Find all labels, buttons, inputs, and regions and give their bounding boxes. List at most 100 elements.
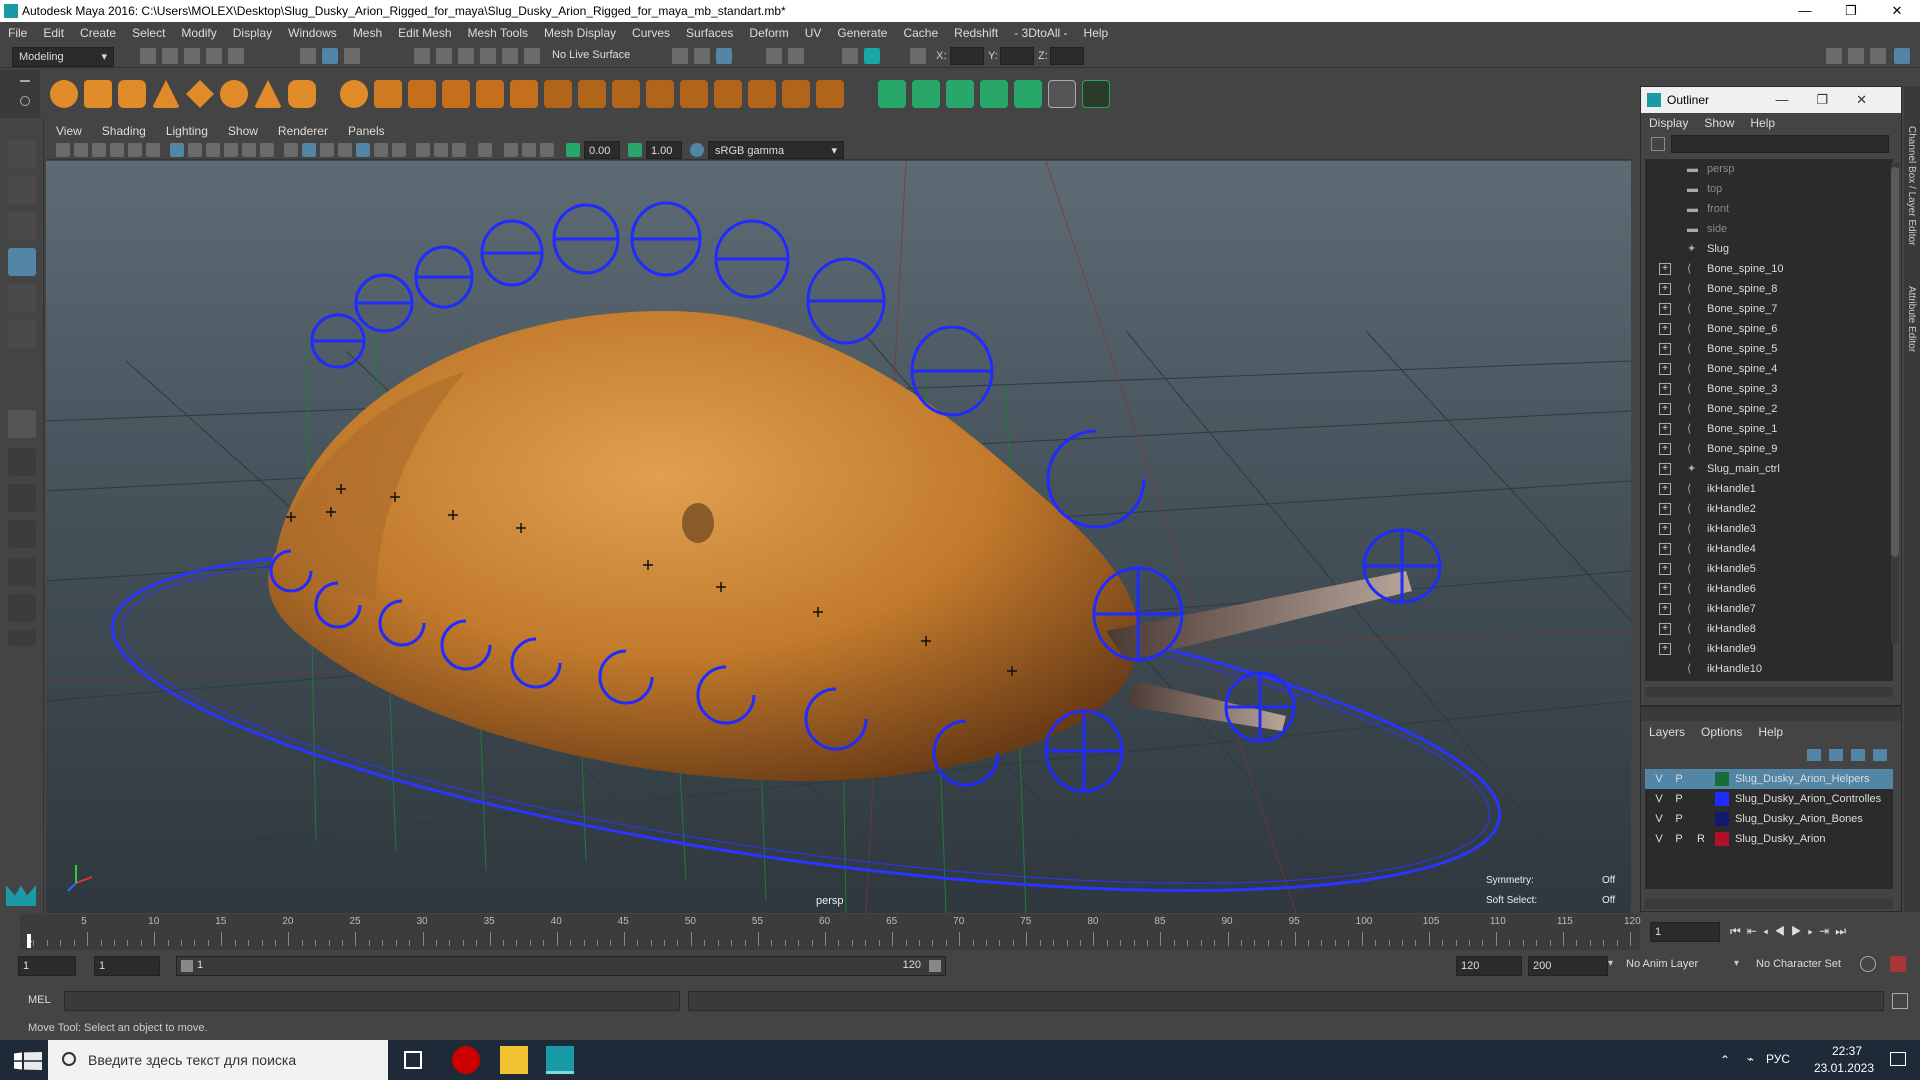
expand-icon[interactable]: + — [1659, 463, 1671, 475]
layers-list[interactable]: V P Slug_Dusky_Arion_Helpers V P Slug_Dusky_A… — [1645, 769, 1893, 889]
outliner-item[interactable]: ▬ persp — [1645, 159, 1893, 179]
xray-icon[interactable] — [504, 143, 518, 157]
render-view-icon[interactable] — [766, 48, 782, 64]
mirror-icon[interactable] — [714, 80, 742, 108]
planar-map-icon[interactable] — [912, 80, 940, 108]
viewport-menu-panels[interactable]: Panels — [338, 124, 395, 138]
wireframe-on-shaded-icon[interactable] — [338, 143, 352, 157]
viewport-menu-shading[interactable]: Shading — [92, 124, 156, 138]
quad-draw-icon[interactable] — [680, 80, 708, 108]
opera-browser-icon[interactable] — [452, 1046, 480, 1074]
outliner-item[interactable]: + ⟨ ikHandle1 — [1645, 479, 1893, 499]
exposure-icon[interactable] — [566, 143, 580, 157]
outliner-item[interactable]: ⟨ ikHandle10 — [1645, 659, 1893, 679]
outliner-item[interactable]: + ⟨ Bone_spine_9 — [1645, 439, 1893, 459]
poly-sphere-icon[interactable] — [50, 80, 78, 108]
construction-history-icon[interactable] — [672, 48, 688, 64]
expand-icon[interactable]: + — [1659, 403, 1671, 415]
poly-cone-icon[interactable] — [152, 80, 180, 108]
use-all-lights-icon[interactable] — [374, 143, 388, 157]
network-icon[interactable]: ⌁ — [1747, 1052, 1754, 1066]
expand-icon[interactable]: + — [1659, 643, 1671, 655]
use-default-material-icon[interactable] — [320, 143, 334, 157]
menu-deform[interactable]: Deform — [741, 26, 796, 40]
viewport-scene[interactable] — [46, 161, 1631, 913]
grid-icon[interactable] — [170, 143, 184, 157]
separate-icon[interactable] — [374, 80, 402, 108]
grease-pencil-icon[interactable] — [146, 143, 160, 157]
slug-upper-tentacle[interactable] — [1106, 571, 1412, 661]
range-slider-bar[interactable]: 1 120 — [176, 956, 946, 976]
expand-icon[interactable]: + — [1659, 323, 1671, 335]
layer-color-swatch[interactable] — [1715, 812, 1729, 826]
x-coord-field[interactable] — [950, 47, 984, 65]
snap-point-icon[interactable] — [458, 48, 474, 64]
layer-row[interactable]: V P Slug_Dusky_Arion_Controlles — [1645, 789, 1893, 809]
layer-color-swatch[interactable] — [1715, 792, 1729, 806]
redo-icon[interactable] — [228, 48, 244, 64]
safe-action-icon[interactable] — [260, 143, 274, 157]
triangulate-icon[interactable] — [816, 80, 844, 108]
expand-icon[interactable]: + — [1659, 303, 1671, 315]
layers-menu-layers[interactable]: Layers — [1641, 725, 1693, 739]
layer-row[interactable]: V P R Slug_Dusky_Arion — [1645, 829, 1893, 849]
clock-time[interactable]: 22:37 — [1832, 1044, 1862, 1058]
layer-playback-toggle[interactable]: P — [1671, 789, 1687, 809]
xray-active-components-icon[interactable] — [540, 143, 554, 157]
reduce-icon[interactable] — [782, 80, 810, 108]
menu-mesh-tools[interactable]: Mesh Tools — [460, 26, 536, 40]
viewport-menu-lighting[interactable]: Lighting — [156, 124, 218, 138]
bridge-icon[interactable] — [476, 80, 504, 108]
menu-file[interactable]: File — [0, 26, 35, 40]
uv-editor-icon[interactable] — [878, 80, 906, 108]
outliner-item[interactable]: + ⟨ Bone_spine_1 — [1645, 419, 1893, 439]
expand-icon[interactable]: + — [1659, 283, 1671, 295]
menu-surfaces[interactable]: Surfaces — [678, 26, 741, 40]
layer-visibility-toggle[interactable]: V — [1651, 809, 1667, 829]
snap-surface-icon[interactable] — [502, 48, 518, 64]
select-by-component-icon[interactable] — [344, 48, 360, 64]
layer-display-type-toggle[interactable]: R — [1693, 829, 1709, 849]
layer-color-swatch[interactable] — [1715, 772, 1729, 786]
outliner-item[interactable]: + ⟨ Bone_spine_8 — [1645, 279, 1893, 299]
menu-generate[interactable]: Generate — [829, 26, 895, 40]
animation-start-field[interactable]: 1 — [18, 956, 76, 976]
layers-horizontal-scrollbar[interactable] — [1645, 899, 1893, 909]
range-end-handle[interactable] — [929, 960, 941, 972]
expand-icon[interactable]: + — [1659, 603, 1671, 615]
perspective-viewport[interactable]: persp Symmetry: Off Soft Select: Off — [46, 161, 1631, 913]
shelf-menu-icon[interactable] — [20, 80, 30, 82]
chevron-down-icon[interactable]: ▾ — [1608, 958, 1613, 969]
redshift-render-icon[interactable] — [864, 48, 880, 64]
extrude-icon[interactable] — [510, 80, 538, 108]
hypershade-icon[interactable] — [842, 48, 858, 64]
outliner-title-bar[interactable]: Outliner —❐✕ — [1641, 87, 1901, 113]
attribute-editor-toggle-icon[interactable] — [1848, 48, 1864, 64]
chevron-up-icon[interactable]: ⌃ — [1720, 1053, 1730, 1067]
expand-icon[interactable]: + — [1659, 583, 1671, 595]
poly-plane-icon[interactable] — [186, 80, 214, 108]
viewport-menu-renderer[interactable]: Renderer — [268, 124, 338, 138]
two-d-pan-zoom-icon[interactable] — [128, 143, 142, 157]
smooth-shade-icon[interactable] — [302, 143, 316, 157]
wireframe-icon[interactable] — [284, 143, 298, 157]
channel-box-toggle-icon[interactable] — [1894, 48, 1910, 64]
expand-icon[interactable]: + — [1659, 563, 1671, 575]
command-input[interactable] — [64, 991, 680, 1011]
time-slider-track[interactable]: 5 10 15 20 25 30 35 40 45 50 55 60 65 70 75 80 85 90 95 100… — [20, 914, 1641, 950]
expand-icon[interactable]: + — [1659, 483, 1671, 495]
playback-start-field[interactable]: 1 — [94, 956, 160, 976]
hypershade-layout-icon[interactable] — [8, 594, 36, 622]
layout-more-icon[interactable] — [8, 630, 36, 646]
extract-icon[interactable] — [408, 80, 436, 108]
cylindrical-map-icon[interactable] — [946, 80, 974, 108]
menu-modify[interactable]: Modify — [173, 26, 224, 40]
script-editor-icon[interactable] — [1892, 993, 1908, 1009]
outliner-item[interactable]: + ⟨ ikHandle6 — [1645, 579, 1893, 599]
clock-date[interactable]: 23.01.2023 — [1814, 1061, 1874, 1075]
move-layer-down-icon[interactable] — [1829, 749, 1843, 761]
shadows-icon[interactable] — [392, 143, 406, 157]
poly-cube-icon[interactable] — [84, 80, 112, 108]
viewport-menu-view[interactable]: View — [46, 124, 92, 138]
close-button[interactable]: ✕ — [1874, 0, 1920, 22]
